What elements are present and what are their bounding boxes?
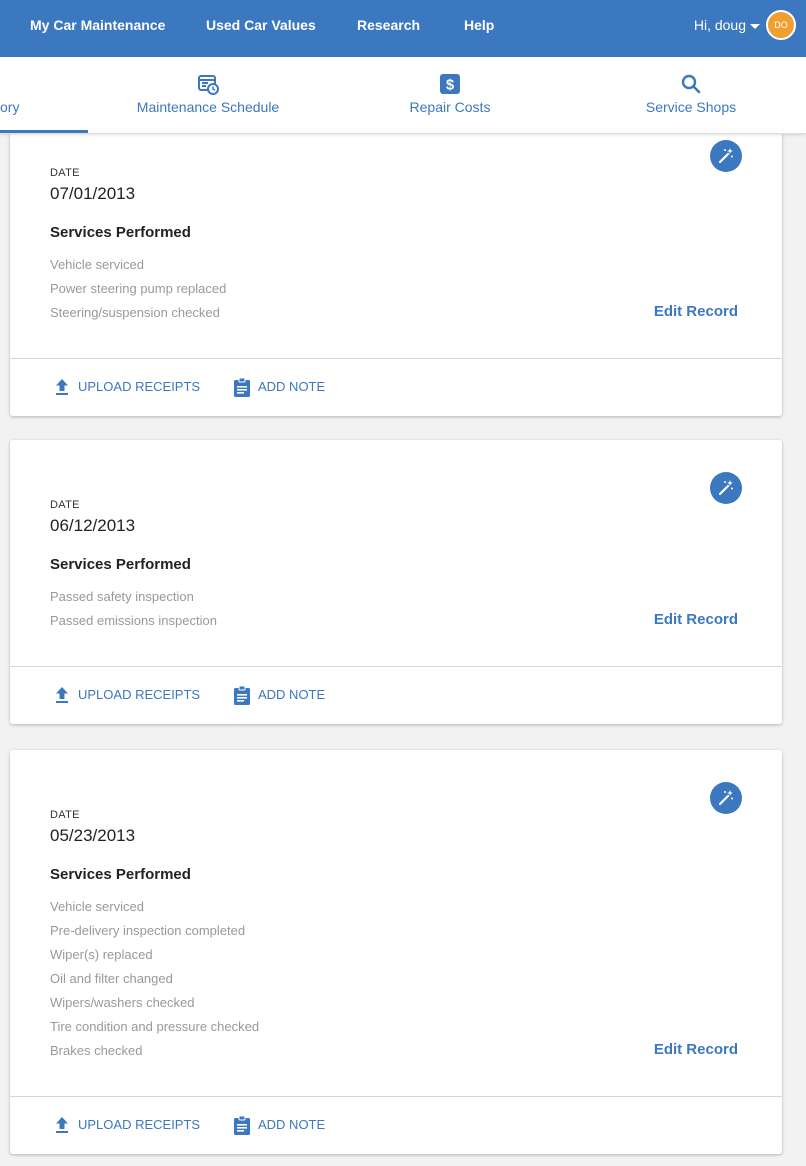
services-list: Passed safety inspection Passed emission… [50, 585, 217, 633]
upload-icon [56, 1117, 68, 1133]
service-item: Vehicle serviced [50, 257, 144, 272]
service-record-card: DATE 06/12/2013 Services Performed Passe… [10, 440, 782, 724]
service-item: Steering/suspension checked [50, 305, 220, 320]
user-menu[interactable]: Hi, doug [694, 0, 760, 50]
edit-wand-button[interactable] [710, 472, 742, 504]
nav-help[interactable]: Help [464, 0, 494, 50]
upload-receipts-button[interactable]: UPLOAD RECEIPTS [52, 685, 202, 705]
add-note-label: ADD NOTE [258, 687, 326, 702]
service-record-card: DATE 05/23/2013 Services Performed Vehic… [10, 750, 782, 1154]
tab-service-shops-label: Service Shops [645, 99, 737, 115]
date-label: DATE [50, 809, 80, 821]
date-label: DATE [50, 499, 80, 511]
service-item: Brakes checked [50, 1043, 143, 1058]
card-divider [10, 1096, 782, 1097]
add-note-button[interactable]: ADD NOTE [232, 1115, 332, 1135]
add-note-label: ADD NOTE [258, 1117, 326, 1132]
services-list: Vehicle serviced Pre-delivery inspection… [50, 895, 259, 1063]
upload-icon [56, 379, 68, 395]
top-navbar: My Car Maintenance Used Car Values Resea… [0, 0, 806, 57]
add-note-button[interactable]: ADD NOTE [232, 377, 332, 397]
tab-maintenance-schedule-label: Maintenance Schedule [136, 99, 280, 115]
add-note-label: ADD NOTE [258, 379, 326, 394]
service-item: Passed emissions inspection [50, 613, 217, 628]
nav-my-car-maintenance[interactable]: My Car Maintenance [30, 0, 165, 50]
card-divider [10, 666, 782, 667]
services-performed-title: Services Performed [50, 556, 191, 573]
nav-research[interactable]: Research [357, 0, 420, 50]
tab-maintenance-schedule[interactable]: Maintenance Schedule [120, 57, 296, 133]
calendar-clock-icon [196, 72, 220, 96]
upload-receipts-button[interactable]: UPLOAD RECEIPTS [52, 377, 202, 397]
avatar[interactable]: DO [766, 10, 796, 40]
add-note-button[interactable]: ADD NOTE [232, 685, 332, 705]
tab-active-indicator [0, 130, 88, 133]
services-list: Vehicle serviced Power steering pump rep… [50, 253, 226, 325]
nav-used-car-values[interactable]: Used Car Values [206, 0, 316, 50]
chevron-down-icon [750, 23, 760, 29]
upload-receipts-label: UPLOAD RECEIPTS [78, 687, 201, 702]
services-performed-title: Services Performed [50, 224, 191, 241]
service-item: Passed safety inspection [50, 589, 194, 604]
card-divider [10, 358, 782, 359]
services-performed-title: Services Performed [50, 866, 191, 883]
service-item: Wipers/washers checked [50, 995, 195, 1010]
upload-icon [56, 687, 68, 703]
record-date: 05/23/2013 [50, 826, 136, 845]
tab-bar: ory Maintenance Schedule $ Repair Costs … [0, 57, 806, 134]
tab-repair-costs[interactable]: $ Repair Costs [380, 57, 520, 133]
edit-record-link[interactable]: Edit Record [654, 611, 738, 628]
svg-text:$: $ [446, 77, 455, 94]
service-item: Vehicle serviced [50, 899, 144, 914]
record-date: 06/12/2013 [50, 516, 136, 535]
edit-record-link[interactable]: Edit Record [654, 1041, 738, 1058]
service-item: Tire condition and pressure checked [50, 1019, 260, 1034]
search-icon [679, 72, 703, 96]
service-item: Wiper(s) replaced [50, 947, 153, 962]
tab-repair-costs-label: Repair Costs [409, 99, 491, 115]
tab-service-shops[interactable]: Service Shops [626, 57, 756, 133]
service-item: Power steering pump replaced [50, 281, 227, 296]
edit-record-link[interactable]: Edit Record [654, 303, 738, 320]
service-item: Oil and filter changed [50, 971, 173, 986]
edit-wand-button[interactable] [710, 782, 742, 814]
clipboard-icon [234, 1115, 250, 1135]
magic-wand-icon [718, 480, 733, 496]
upload-receipts-button[interactable]: UPLOAD RECEIPTS [52, 1115, 202, 1135]
tab-history[interactable]: ory [0, 57, 88, 133]
date-label: DATE [50, 167, 80, 179]
edit-wand-button[interactable] [710, 140, 742, 172]
magic-wand-icon [718, 148, 733, 164]
greeting-text: Hi, doug [693, 17, 746, 33]
tab-history-label: ory [0, 99, 20, 115]
service-record-card: DATE 07/01/2013 Services Performed Vehic… [10, 122, 782, 416]
dollar-icon: $ [438, 72, 462, 96]
service-item: Pre-delivery inspection completed [50, 923, 246, 938]
magic-wand-icon [718, 790, 733, 806]
upload-receipts-label: UPLOAD RECEIPTS [78, 379, 201, 394]
upload-receipts-label: UPLOAD RECEIPTS [78, 1117, 201, 1132]
record-date: 07/01/2013 [50, 184, 136, 203]
clipboard-icon [234, 377, 250, 397]
clipboard-icon [234, 685, 250, 705]
